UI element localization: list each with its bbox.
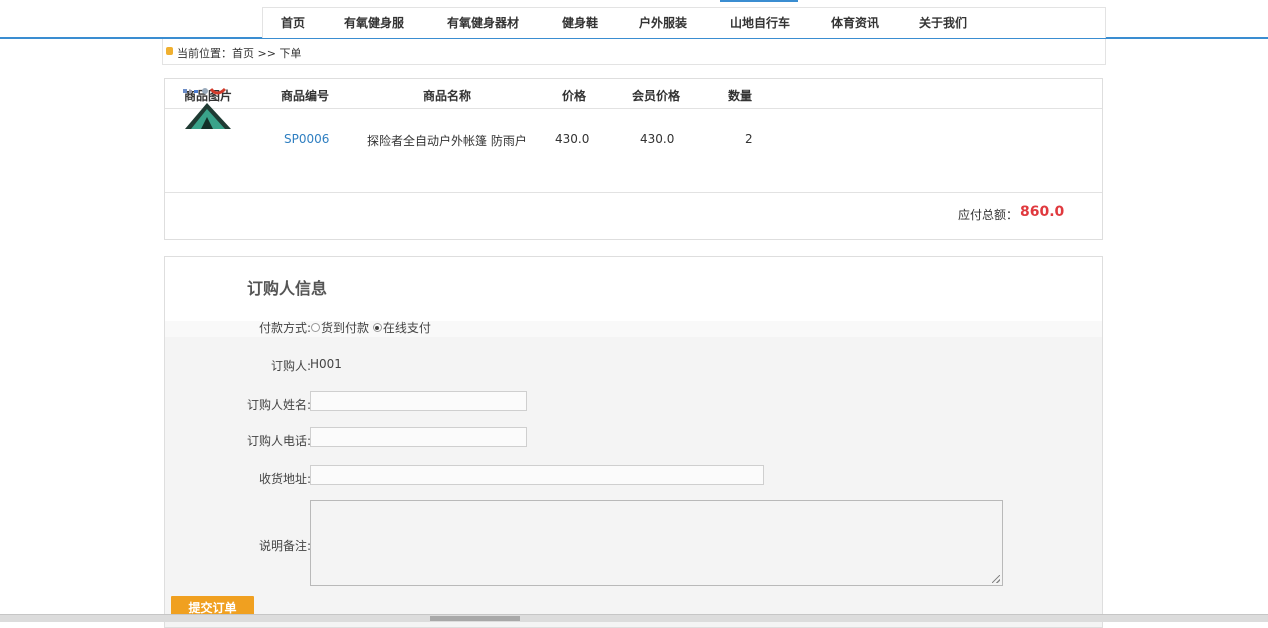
name-label: 订购人姓名: xyxy=(246,398,311,412)
radio-online[interactable] xyxy=(372,323,382,332)
section-title: 订购人信息 xyxy=(247,279,328,298)
active-nav-indicator xyxy=(720,0,798,2)
cart-header-row: 商品图片 商品编号 商品名称 价格 会员价格 数量 xyxy=(165,79,1102,109)
nav-item-fitness-shoes[interactable]: 健身鞋 xyxy=(562,8,598,38)
buyer-label: 订购人: xyxy=(270,359,311,373)
col-header-name: 商品名称 xyxy=(423,89,472,103)
product-name: 探险者全自动户外帐篷 防雨户 xyxy=(367,134,527,148)
radio-online-label[interactable]: 在线支付 xyxy=(383,321,431,335)
scrollbar-thumb[interactable] xyxy=(430,616,520,621)
nav-item-mountain-bike[interactable]: 山地自行车 xyxy=(730,8,790,38)
phone-label: 订购人电话: xyxy=(246,434,311,448)
col-header-member-price: 会员价格 xyxy=(632,89,681,103)
col-header-price: 价格 xyxy=(562,89,587,103)
top-nav: 首页 有氧健身服 有氧健身器材 健身鞋 户外服装 山地自行车 体育资讯 关于我们 xyxy=(262,7,1106,38)
total-label: 应付总额： xyxy=(958,208,1019,222)
row-divider xyxy=(165,192,1102,193)
buyer-value: H001 xyxy=(310,357,342,371)
order-form: 订购人信息 付款方式: 货到付款 在线支付 订购人: H001 订购人姓名: 订… xyxy=(164,256,1103,628)
breadcrumb: 当前位置：首页 >> 下单 xyxy=(162,39,1106,65)
buyer-phone-input[interactable] xyxy=(310,427,527,447)
payment-label: 付款方式: xyxy=(258,321,311,335)
note-textarea[interactable] xyxy=(310,500,1003,586)
radio-cod-label[interactable]: 货到付款 xyxy=(321,321,369,335)
location-icon xyxy=(166,47,173,55)
product-price: 430.0 xyxy=(555,132,590,146)
address-label: 收货地址: xyxy=(258,472,311,486)
breadcrumb-prefix: 当前位置： xyxy=(177,47,232,60)
product-code-link[interactable]: SP0006 xyxy=(284,132,329,146)
product-qty: 2 xyxy=(745,132,753,146)
breadcrumb-current: 下单 xyxy=(279,47,302,60)
payment-options: 货到付款 在线支付 xyxy=(311,319,431,336)
product-member-price: 430.0 xyxy=(640,132,675,146)
buyer-name-input[interactable] xyxy=(310,391,527,411)
tent-product-image[interactable] xyxy=(181,87,233,131)
nav-item-sports-news[interactable]: 体育资讯 xyxy=(831,8,879,38)
radio-cod[interactable] xyxy=(311,323,320,332)
resize-grip-icon[interactable] xyxy=(992,575,1000,583)
nav-item-about-us[interactable]: 关于我们 xyxy=(919,8,967,38)
breadcrumb-text: 当前位置：首页 >> 下单 xyxy=(177,45,301,61)
nav-item-aerobic-wear[interactable]: 有氧健身服 xyxy=(344,8,404,38)
nav-item-outdoor-clothing[interactable]: 户外服装 xyxy=(639,8,687,38)
col-header-code: 商品编号 xyxy=(281,89,330,103)
total-amount: 860.0 xyxy=(1020,204,1065,220)
breadcrumb-separator: >> xyxy=(254,47,280,60)
cart-table: 商品图片 商品编号 商品名称 价格 会员价格 数量 SP0006 探险者全自动户… xyxy=(164,78,1103,240)
col-header-qty: 数量 xyxy=(728,89,753,103)
nav-item-fitness-equipment[interactable]: 有氧健身器材 xyxy=(447,8,519,38)
nav-item-home[interactable]: 首页 xyxy=(281,8,305,38)
breadcrumb-home-link[interactable]: 首页 xyxy=(232,47,254,60)
address-input[interactable] xyxy=(310,465,764,485)
note-label: 说明备注: xyxy=(258,539,311,553)
